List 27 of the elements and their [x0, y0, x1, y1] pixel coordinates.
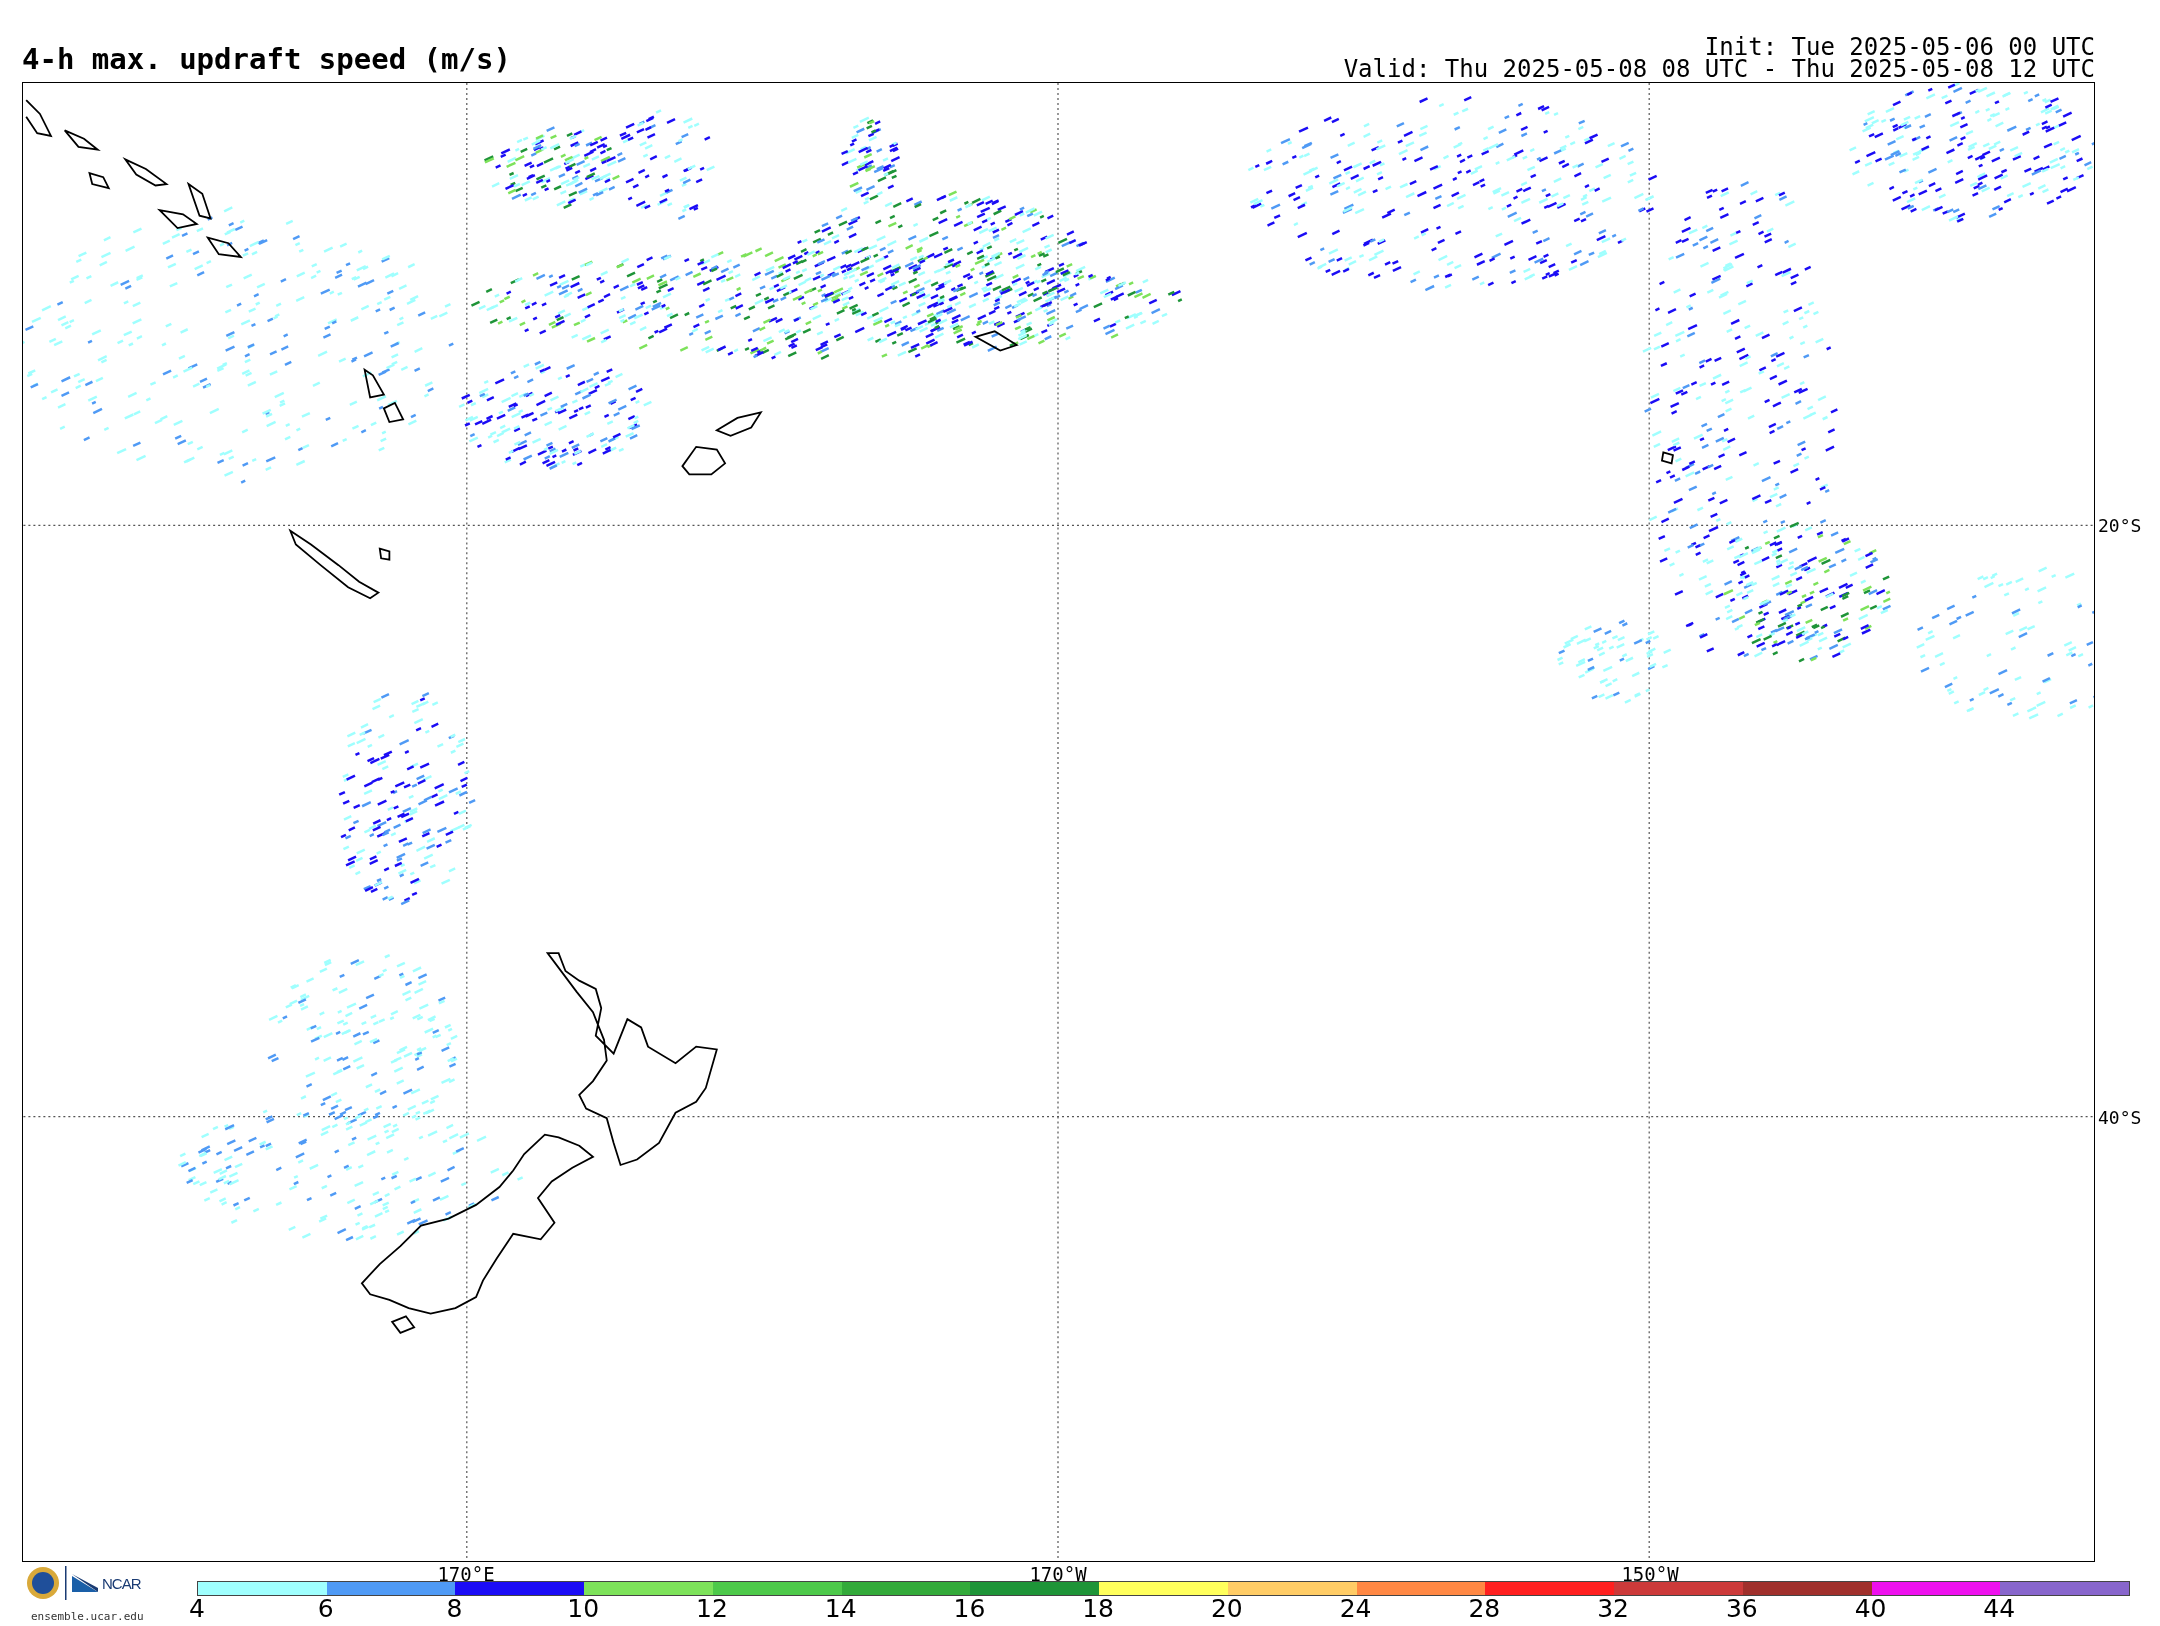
legend-tick-label: 24 — [1339, 1594, 1372, 1623]
site-url: ensemble.ucar.edu — [31, 1610, 144, 1623]
legend-tick-label: 14 — [824, 1594, 857, 1623]
legend-tick-label: 12 — [696, 1594, 728, 1623]
ncar-logo-icon — [72, 1574, 98, 1592]
longitude-label: 170°E — [437, 1563, 495, 1585]
legend-tick-label: 10 — [567, 1594, 600, 1623]
longitude-label: 150°W — [1621, 1563, 1679, 1585]
nsf-logo-icon — [26, 1566, 60, 1600]
legend-tick-label: 16 — [953, 1594, 986, 1623]
legend-tick-label: 44 — [1983, 1594, 2016, 1623]
legend-tick-label: 18 — [1082, 1594, 1115, 1623]
longitude-label: 170°W — [1029, 1563, 1087, 1585]
latitude-label: 40°S — [2098, 1106, 2142, 1128]
legend-tick-label: 36 — [1725, 1594, 1758, 1623]
legend-tick-label: 28 — [1468, 1594, 1501, 1623]
legend-tick-label: 6 — [317, 1594, 334, 1623]
latitude-label: 20°S — [2098, 514, 2142, 536]
legend-tick-label: 8 — [446, 1594, 463, 1623]
legend-tick-label: 4 — [189, 1594, 205, 1623]
legend-tick-label: 20 — [1210, 1594, 1243, 1623]
legend-tick-label: 32 — [1597, 1594, 1629, 1623]
ncar-logo-text: NCAR — [102, 1574, 141, 1592]
plot-title: 4-h max. updraft speed (m/s) — [22, 42, 511, 78]
legend-tick-label: 40 — [1854, 1594, 1887, 1623]
init-time: Init: Tue 2025-05-06 00 UTC — [1704, 36, 2095, 58]
valid-time: Valid: Thu 2025-05-08 08 UTC - Thu 2025-05-08 12 UTC — [1343, 58, 2095, 80]
